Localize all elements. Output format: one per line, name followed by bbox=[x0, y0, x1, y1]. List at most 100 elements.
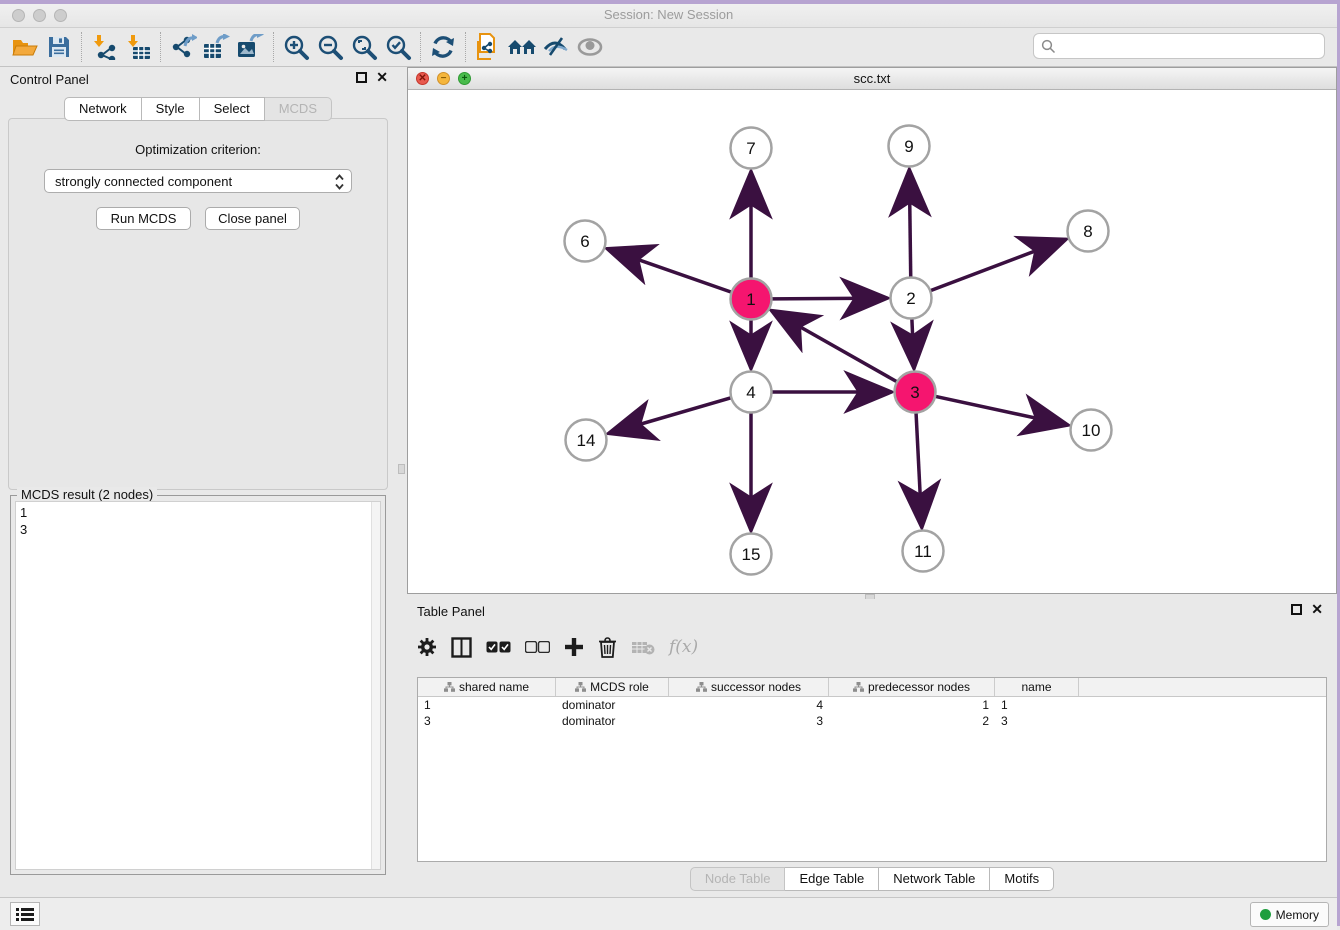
column-header-label: predecessor nodes bbox=[868, 680, 970, 694]
export-table-icon[interactable] bbox=[200, 31, 234, 63]
memory-button[interactable]: Memory bbox=[1250, 902, 1329, 927]
create-column-icon[interactable] bbox=[564, 637, 584, 657]
tab-style[interactable]: Style bbox=[142, 97, 200, 121]
zoom-out-icon[interactable] bbox=[313, 31, 347, 63]
column-header[interactable]: shared name bbox=[418, 678, 556, 696]
tab-network-table[interactable]: Network Table bbox=[879, 867, 990, 891]
window-title: Session: New Session bbox=[0, 7, 1337, 22]
import-table-icon[interactable] bbox=[121, 31, 155, 63]
graph-edge-1-2[interactable] bbox=[771, 298, 887, 299]
first-neighbors-icon[interactable] bbox=[505, 31, 539, 63]
tab-select[interactable]: Select bbox=[200, 97, 265, 121]
table-cell[interactable]: 1 bbox=[418, 697, 556, 713]
function-builder-icon[interactable]: f(x) bbox=[669, 637, 698, 657]
table-header-row[interactable]: shared name MCDS role successor nodes prede… bbox=[418, 678, 1326, 697]
tab-mcds[interactable]: MCDS bbox=[265, 97, 332, 121]
show-graphics-details-icon[interactable] bbox=[573, 31, 607, 63]
table-panel: Table Panel ✕ f(x) shared nameMCDS rol bbox=[407, 599, 1337, 897]
column-header-label: successor nodes bbox=[711, 680, 801, 694]
graph-edge-3-1[interactable] bbox=[771, 311, 897, 382]
tab-edge-table[interactable]: Edge Table bbox=[785, 867, 879, 891]
network-from-selection-icon[interactable] bbox=[471, 31, 505, 63]
tab-network[interactable]: Network bbox=[64, 97, 142, 121]
graph-node-label: 9 bbox=[904, 137, 913, 156]
export-image-icon[interactable] bbox=[234, 31, 268, 63]
table-cell[interactable]: 1 bbox=[995, 697, 1079, 713]
table-cell[interactable]: 1 bbox=[829, 697, 995, 713]
graph-edge-2-8[interactable] bbox=[930, 239, 1066, 290]
mcds-result-title: MCDS result (2 nodes) bbox=[17, 487, 157, 502]
status-bar: Memory bbox=[0, 897, 1337, 930]
close-panel-button[interactable]: Close panel bbox=[205, 207, 300, 230]
graph-edge-3-11[interactable] bbox=[916, 412, 922, 527]
zoom-selected-icon[interactable] bbox=[381, 31, 415, 63]
apply-layout-icon[interactable] bbox=[426, 31, 460, 63]
table-cell[interactable]: 2 bbox=[829, 713, 995, 729]
network-canvas[interactable]: 7968124314101511 bbox=[408, 90, 1336, 593]
network-window-titlebar[interactable]: ✕ − + scc.txt bbox=[408, 68, 1336, 90]
graph-edge-2-3[interactable] bbox=[912, 318, 914, 368]
table-row[interactable]: 1dominator411 bbox=[418, 697, 1326, 713]
vertical-split-grip[interactable] bbox=[398, 464, 405, 474]
column-header[interactable]: MCDS role bbox=[556, 678, 669, 696]
column-header-label: MCDS role bbox=[590, 680, 649, 694]
graph-edge-2-9[interactable] bbox=[909, 169, 910, 277]
table-cell[interactable]: dominator bbox=[556, 713, 669, 729]
delete-table-icon[interactable] bbox=[631, 640, 655, 655]
main-toolbar bbox=[0, 28, 1337, 67]
column-hierarchy-icon bbox=[696, 682, 707, 692]
table-cell[interactable]: 3 bbox=[669, 713, 829, 729]
close-panel-icon[interactable]: ✕ bbox=[376, 72, 388, 83]
show-columns-icon[interactable] bbox=[451, 637, 472, 658]
unselect-all-columns-icon[interactable] bbox=[525, 641, 550, 653]
table-row[interactable]: 3dominator323 bbox=[418, 713, 1326, 729]
hide-graphics-details-icon[interactable] bbox=[539, 31, 573, 63]
mcds-result-text[interactable]: 1 3 bbox=[15, 501, 381, 870]
mcds-result-group: MCDS result (2 nodes) 1 3 bbox=[10, 495, 386, 875]
export-network-icon[interactable] bbox=[166, 31, 200, 63]
task-history-button[interactable] bbox=[10, 902, 40, 926]
column-header[interactable]: successor nodes bbox=[669, 678, 829, 696]
graph-edge-1-6[interactable] bbox=[607, 249, 731, 292]
import-network-icon[interactable] bbox=[87, 31, 121, 63]
criterion-select[interactable]: strongly connected component bbox=[44, 169, 352, 193]
tab-node-table[interactable]: Node Table bbox=[690, 867, 786, 891]
table-settings-gear-icon[interactable] bbox=[417, 637, 437, 657]
zoom-in-icon[interactable] bbox=[279, 31, 313, 63]
float-panel-icon[interactable] bbox=[356, 72, 367, 83]
memory-status-icon bbox=[1260, 909, 1271, 920]
control-panel: Control Panel ✕ Network Style Select MCD… bbox=[0, 67, 396, 897]
column-header-label: shared name bbox=[459, 680, 529, 694]
column-header[interactable]: predecessor nodes bbox=[829, 678, 995, 696]
network-view-window: ✕ − + scc.txt 7968124314101511 bbox=[407, 67, 1337, 594]
run-mcds-button[interactable]: Run MCDS bbox=[96, 207, 191, 230]
node-table[interactable]: shared name MCDS role successor nodes prede… bbox=[417, 677, 1327, 862]
mcds-result-scrollbar[interactable] bbox=[371, 502, 380, 869]
search-input[interactable] bbox=[1056, 39, 1306, 54]
table-cell[interactable]: 3 bbox=[418, 713, 556, 729]
open-file-icon[interactable] bbox=[8, 31, 42, 63]
memory-label: Memory bbox=[1276, 908, 1319, 922]
table-cell[interactable]: 4 bbox=[669, 697, 829, 713]
search-box[interactable] bbox=[1033, 33, 1325, 59]
graph-edge-4-14[interactable] bbox=[609, 398, 732, 434]
zoom-fit-icon[interactable] bbox=[347, 31, 381, 63]
tab-motifs[interactable]: Motifs bbox=[990, 867, 1054, 891]
graph-edge-3-10[interactable] bbox=[935, 396, 1068, 425]
table-tabs: Node Table Edge Table Network Table Moti… bbox=[407, 867, 1337, 891]
table-panel-title: Table Panel bbox=[417, 604, 485, 619]
graph-node-label: 2 bbox=[906, 289, 915, 308]
table-cell[interactable]: dominator bbox=[556, 697, 669, 713]
control-panel-title: Control Panel bbox=[10, 72, 89, 87]
table-cell[interactable]: 3 bbox=[995, 713, 1079, 729]
graph-node-label: 4 bbox=[746, 383, 755, 402]
table-float-panel-icon[interactable] bbox=[1291, 604, 1302, 615]
delete-column-icon[interactable] bbox=[598, 637, 617, 658]
column-header[interactable]: name bbox=[995, 678, 1079, 696]
save-session-icon[interactable] bbox=[42, 31, 76, 63]
table-close-panel-icon[interactable]: ✕ bbox=[1311, 604, 1323, 615]
criterion-value: strongly connected component bbox=[55, 174, 232, 189]
task-list-icon bbox=[16, 907, 34, 921]
control-panel-tabs: Network Style Select MCDS bbox=[0, 97, 396, 121]
select-all-columns-icon[interactable] bbox=[486, 641, 511, 653]
